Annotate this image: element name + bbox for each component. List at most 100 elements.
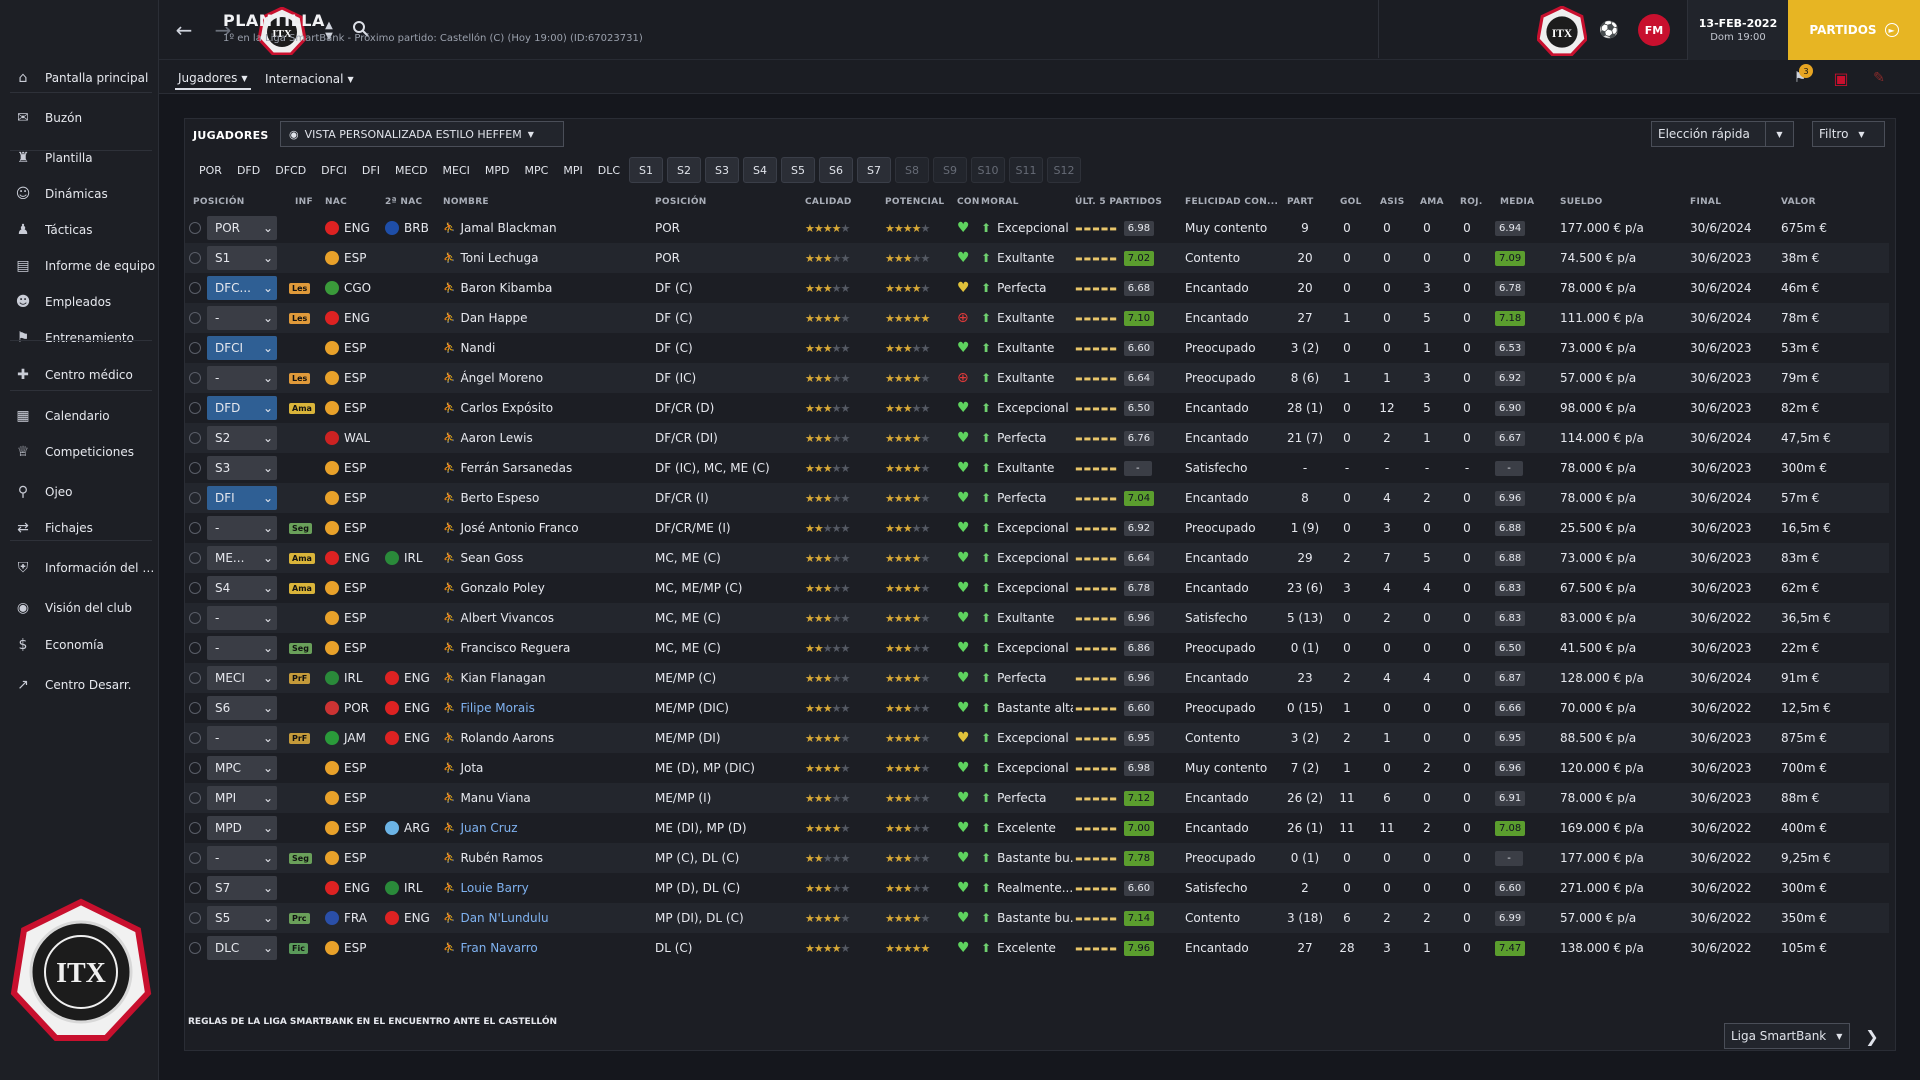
player-name-label[interactable]: Ángel Moreno xyxy=(460,371,543,385)
position-select[interactable]: S1 ⌄ xyxy=(207,243,287,273)
player-name-label[interactable]: Berto Espeso xyxy=(460,491,539,505)
table-row[interactable]: DFD ⌄ Ama ESP ⛹ Carlos Expósito DF/CR (D) ★★★★★… xyxy=(185,393,1889,423)
table-row[interactable]: DFI ⌄ ESP ⛹ Berto Espeso DF/CR (I) ★★★★★ ★★★★★ ♥… xyxy=(185,483,1889,513)
checkbox[interactable] xyxy=(189,762,201,774)
sidebar-item-visión-del-club[interactable]: ◉ Visión del club xyxy=(0,591,158,625)
checkbox[interactable] xyxy=(189,522,201,534)
table-row[interactable]: POR ⌄ ENG BRB ⛹ Jamal Blackman POR ★★★★★ ★★★★★ ♥ ⬆… xyxy=(185,213,1889,243)
column-header[interactable]: MEDIA xyxy=(1500,197,1534,207)
position-tab-dfi[interactable]: DFI xyxy=(356,157,386,183)
checkbox[interactable] xyxy=(189,552,201,564)
checkbox[interactable] xyxy=(189,462,201,474)
column-header[interactable]: INF xyxy=(295,197,313,207)
position-dropdown[interactable]: - ⌄ xyxy=(207,636,277,660)
position-dropdown[interactable]: POR ⌄ xyxy=(207,216,277,240)
row-checkbox[interactable] xyxy=(189,603,205,633)
position-tab-dfd[interactable]: DFD xyxy=(231,157,266,183)
set-tab-s3[interactable]: S3 xyxy=(705,157,739,183)
position-select[interactable]: S5 ⌄ xyxy=(207,903,287,933)
column-header[interactable]: 2ª NAC xyxy=(385,197,422,207)
checkbox[interactable] xyxy=(189,312,201,324)
chevron-right-icon[interactable]: ❯ xyxy=(1859,1023,1885,1049)
set-tab-s8[interactable]: S8 xyxy=(895,157,929,183)
column-header[interactable]: AMA xyxy=(1420,197,1444,207)
player-name-label[interactable]: Dan N'Lundulu xyxy=(460,911,548,925)
sidebar-item-informe-de-equipo[interactable]: ▤ Informe de equipo xyxy=(0,249,158,283)
set-tab-s1[interactable]: S1 xyxy=(629,157,663,183)
player-name-label[interactable]: Albert Vivancos xyxy=(460,611,554,625)
table-row[interactable]: - ⌄ Les ENG ⛹ Dan Happe DF (C) ★★★★★ ★★★★★ ⊕ ⬆ Exul… xyxy=(185,303,1889,333)
position-dropdown[interactable]: DFI ⌄ xyxy=(207,486,277,510)
row-checkbox[interactable] xyxy=(189,543,205,573)
checkbox[interactable] xyxy=(189,402,201,414)
table-row[interactable]: MPD ⌄ ESP ARG ⛹ Juan Cruz ME (DI), MP (D) ★★★★★… xyxy=(185,813,1889,843)
player-name-label[interactable]: Nandi xyxy=(460,341,495,355)
position-select[interactable]: - ⌄ xyxy=(207,303,287,333)
position-dropdown[interactable]: S5 ⌄ xyxy=(207,906,277,930)
player-name[interactable]: ⛹ Jota xyxy=(443,753,653,783)
position-tab-meci[interactable]: MECI xyxy=(437,157,476,183)
position-select[interactable]: - ⌄ xyxy=(207,603,287,633)
checkbox[interactable] xyxy=(189,222,201,234)
row-checkbox[interactable] xyxy=(189,483,205,513)
table-row[interactable]: S5 ⌄ Prc FRA ENG ⛹ Dan N'Lundulu MP (DI), DL (C… xyxy=(185,903,1889,933)
position-select[interactable]: DFD ⌄ xyxy=(207,393,287,423)
position-tab-dfcd[interactable]: DFCD xyxy=(269,157,312,183)
player-name[interactable]: ⛹ José Antonio Franco xyxy=(443,513,653,543)
position-select[interactable]: - ⌄ xyxy=(207,363,287,393)
column-header[interactable]: FELICIDAD CON... xyxy=(1185,197,1278,207)
sidebar-item-empleados[interactable]: ☻ Empleados xyxy=(0,285,158,319)
player-name-label[interactable]: Juan Cruz xyxy=(460,821,517,835)
table-row[interactable]: DLC ⌄ Fic ESP ⛹ Fran Navarro DL (C) ★★★★★ ★★★★★ ♥… xyxy=(185,933,1889,963)
table-row[interactable]: S2 ⌄ WAL ⛹ Aaron Lewis DF/CR (DI) ★★★★★ ★★★★★ ♥ ⬆… xyxy=(185,423,1889,453)
position-select[interactable]: - ⌄ xyxy=(207,633,287,663)
column-header[interactable]: NOMBRE xyxy=(443,197,489,207)
player-name-label[interactable]: José Antonio Franco xyxy=(460,521,578,535)
position-dropdown[interactable]: - ⌄ xyxy=(207,516,277,540)
player-name[interactable]: ⛹ Jamal Blackman xyxy=(443,213,653,243)
checkbox[interactable] xyxy=(189,912,201,924)
position-select[interactable]: S7 ⌄ xyxy=(207,873,287,903)
checkbox[interactable] xyxy=(189,942,201,954)
column-header[interactable]: CON xyxy=(957,197,980,207)
table-row[interactable]: - ⌄ Les ESP ⛹ Ángel Moreno DF (IC) ★★★★★ ★★★★★ ⊕ ⬆… xyxy=(185,363,1889,393)
sidebar-item-dinámicas[interactable]: ☺ Dinámicas xyxy=(0,177,158,211)
view-select[interactable]: ◉ VISTA PERSONALIZADA ESTILO HEFFEM ▼ xyxy=(280,121,564,147)
checkbox[interactable] xyxy=(189,582,201,594)
row-checkbox[interactable] xyxy=(189,843,205,873)
partidos-button[interactable]: PARTIDOS ► xyxy=(1788,0,1920,60)
row-checkbox[interactable] xyxy=(189,363,205,393)
position-select[interactable]: - ⌄ xyxy=(207,843,287,873)
position-tab-mpi[interactable]: MPI xyxy=(557,157,588,183)
position-dropdown[interactable]: - ⌄ xyxy=(207,606,277,630)
set-tab-s11[interactable]: S11 xyxy=(1009,157,1043,183)
player-name-label[interactable]: Rolando Aarons xyxy=(460,731,554,745)
position-select[interactable]: S3 ⌄ xyxy=(207,453,287,483)
position-dropdown[interactable]: - ⌄ xyxy=(207,366,277,390)
tv-icon[interactable]: ▣ xyxy=(1829,68,1853,88)
player-name[interactable]: ⛹ Berto Espeso xyxy=(443,483,653,513)
row-checkbox[interactable] xyxy=(189,213,205,243)
position-dropdown[interactable]: S6 ⌄ xyxy=(207,696,277,720)
sidebar-item-centro-médico[interactable]: ✚ Centro médico xyxy=(0,358,158,392)
row-checkbox[interactable] xyxy=(189,693,205,723)
checkbox[interactable] xyxy=(189,792,201,804)
column-header[interactable]: NAC xyxy=(325,197,347,207)
player-name-label[interactable]: Dan Happe xyxy=(460,311,527,325)
position-tab-mecd[interactable]: MECD xyxy=(389,157,434,183)
checkbox[interactable] xyxy=(189,732,201,744)
position-select[interactable]: S2 ⌄ xyxy=(207,423,287,453)
table-row[interactable]: DFC... ⌄ Les CGO ⛹ Baron Kibamba DF (C) ★★★★★ ★★… xyxy=(185,273,1889,303)
sidebar-item-buzón[interactable]: ✉ Buzón xyxy=(0,101,158,135)
player-name-label[interactable]: Sean Goss xyxy=(460,551,523,565)
column-header[interactable]: POSICIÓN xyxy=(655,197,707,207)
player-name-label[interactable]: Fran Navarro xyxy=(460,941,537,955)
table-row[interactable]: - ⌄ ESP ⛹ Albert Vivancos MC, ME (C) ★★★★★ ★★★★… xyxy=(185,603,1889,633)
player-name[interactable]: ⛹ Francisco Reguera xyxy=(443,633,653,663)
table-row[interactable]: - ⌄ Seg ESP ⛹ José Antonio Franco DF/CR/ME (I)… xyxy=(185,513,1889,543)
position-dropdown[interactable]: DFCI ⌄ xyxy=(207,336,277,360)
filter-select[interactable]: Filtro ▼ xyxy=(1812,121,1885,147)
position-dropdown[interactable]: MPC ⌄ xyxy=(207,756,277,780)
checkbox[interactable] xyxy=(189,252,201,264)
column-header[interactable]: ÚLT. 5 PARTIDOS xyxy=(1075,197,1162,207)
